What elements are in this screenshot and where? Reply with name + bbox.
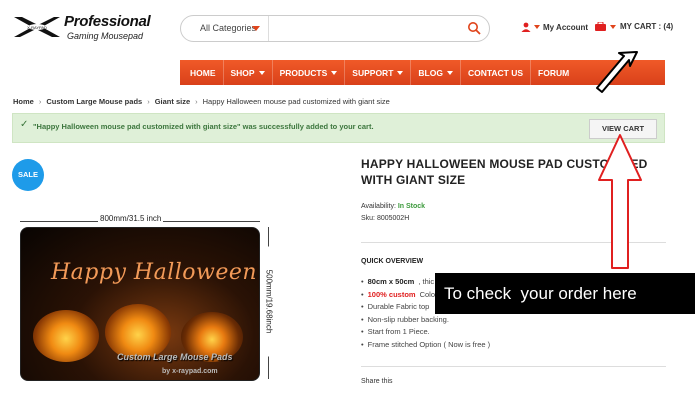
feature-text: Durable Fabric top	[367, 302, 430, 311]
logo-badge: X-RAYPAD	[27, 25, 47, 30]
list-item: • Frame stitched Option ( Now is free )	[361, 340, 490, 353]
checkmark-icon: ✓	[20, 119, 29, 130]
search-input[interactable]	[271, 19, 456, 38]
nav-item-forum[interactable]: FORUM	[531, 60, 576, 85]
product-image-title: Happy Halloween	[51, 260, 258, 285]
nav-item-products[interactable]: PRODUCTS	[273, 60, 346, 85]
nav-item-label: CONTACT US	[467, 67, 524, 78]
my-cart-link[interactable]: MY CART : (4)	[595, 22, 673, 31]
divider	[361, 242, 666, 243]
height-dimension: 500mm/19.68inch	[264, 227, 274, 379]
availability: Availability: In Stock	[361, 203, 425, 210]
product-image-caption: Custom Large Mouse Pads	[117, 352, 233, 362]
product-title: HAPPY HALLOWEEN MOUSE PAD CUSTOMIZED WIT…	[361, 157, 648, 187]
my-account-link[interactable]: My Account	[521, 22, 588, 32]
share-label: Share this	[361, 378, 393, 385]
xraypad-logo-icon: X-RAYPAD	[14, 17, 60, 37]
feature-text: , thic	[418, 277, 435, 286]
height-dimension-label: 500mm/19.68inch	[264, 246, 274, 357]
nav-item-label: BLOG	[418, 67, 443, 78]
breadcrumb-current: Happy Halloween mouse pad customized wit…	[202, 97, 390, 106]
chevron-down-icon	[446, 70, 453, 75]
success-message-text: "Happy Halloween mouse pad customized wi…	[33, 122, 374, 131]
pumpkin-icon	[33, 310, 99, 362]
divider	[361, 366, 666, 367]
chevron-down-icon	[534, 25, 540, 29]
nav-item-contact-us[interactable]: CONTACT US	[461, 60, 532, 85]
user-icon	[521, 22, 531, 32]
sale-badge: SALE	[12, 159, 44, 191]
breadcrumb-category[interactable]: Custom Large Mouse pads	[46, 97, 142, 106]
product-sku: Sku: 8005002H	[361, 215, 410, 222]
arrow-to-view-cart-icon	[598, 134, 642, 269]
availability-label: Availability:	[361, 203, 396, 210]
view-cart-button[interactable]: VIEW CART	[589, 119, 657, 139]
category-select-value: All Categories	[200, 23, 257, 33]
success-message: ✓ "Happy Halloween mouse pad customized …	[12, 113, 665, 143]
feature-text: Non-slip rubber backing.	[367, 314, 449, 324]
breadcrumb-separator: ›	[38, 97, 42, 106]
list-item: • Start from 1 Piece.	[361, 327, 490, 340]
main-nav: HOME SHOP PRODUCTS SUPPORT BLOG CONTACT …	[180, 60, 665, 85]
product-image[interactable]: Happy Halloween Custom Large Mouse Pads …	[20, 227, 260, 381]
nav-item-label: PRODUCTS	[279, 67, 328, 78]
nav-item-support[interactable]: SUPPORT	[345, 60, 412, 85]
chevron-down-icon	[610, 24, 616, 29]
logo-title: Professional	[64, 13, 151, 30]
chevron-down-icon	[397, 70, 404, 75]
availability-value: In Stock	[397, 203, 426, 210]
chevron-down-icon	[331, 70, 338, 75]
nav-item-shop[interactable]: SHOP	[224, 60, 273, 85]
category-select[interactable]: All Categories	[181, 16, 269, 41]
breadcrumb: Home › Custom Large Mouse pads › Giant s…	[13, 97, 390, 106]
feature-text: Colo	[419, 289, 436, 299]
my-account-label: My Account	[543, 22, 589, 32]
chevron-down-icon	[252, 26, 260, 31]
logo-subtitle: Gaming Mousepad	[67, 31, 144, 41]
breadcrumb-home[interactable]: Home	[13, 97, 34, 106]
chevron-down-icon	[258, 70, 265, 75]
nav-item-label: SHOP	[230, 67, 255, 78]
feature-text: Frame stitched Option ( Now is free )	[367, 339, 491, 349]
product-image-url: by x-raypad.com	[162, 368, 218, 375]
search-icon[interactable]	[467, 21, 481, 35]
cart-icon	[595, 22, 606, 31]
breadcrumb-separator: ›	[147, 97, 150, 106]
nav-item-label: FORUM	[538, 67, 570, 78]
feature-lead: 80cm x 50cm	[367, 277, 415, 286]
breadcrumb-separator: ›	[195, 97, 198, 106]
nav-item-home[interactable]: HOME	[183, 60, 224, 85]
list-item: • Non-slip rubber backing.	[361, 315, 490, 328]
annotation-callout: To check your order here	[435, 273, 695, 314]
quick-overview-heading: QUICK OVERVIEW	[361, 258, 424, 265]
feature-text: Start from 1 Piece.	[367, 327, 430, 336]
my-cart-label: MY CART : (4)	[620, 22, 674, 31]
width-dimension-label: 800mm/31.5 inch	[98, 214, 164, 223]
nav-item-label: SUPPORT	[352, 67, 394, 78]
nav-item-label: HOME	[190, 67, 216, 78]
site-logo[interactable]: X-RAYPAD Professional Gaming Mousepad	[12, 11, 152, 45]
search-bar: All Categories	[180, 15, 490, 42]
nav-item-blog[interactable]: BLOG	[411, 60, 461, 85]
breadcrumb-subcategory[interactable]: Giant size	[155, 97, 190, 106]
feature-lead: 100% custom	[367, 289, 416, 299]
